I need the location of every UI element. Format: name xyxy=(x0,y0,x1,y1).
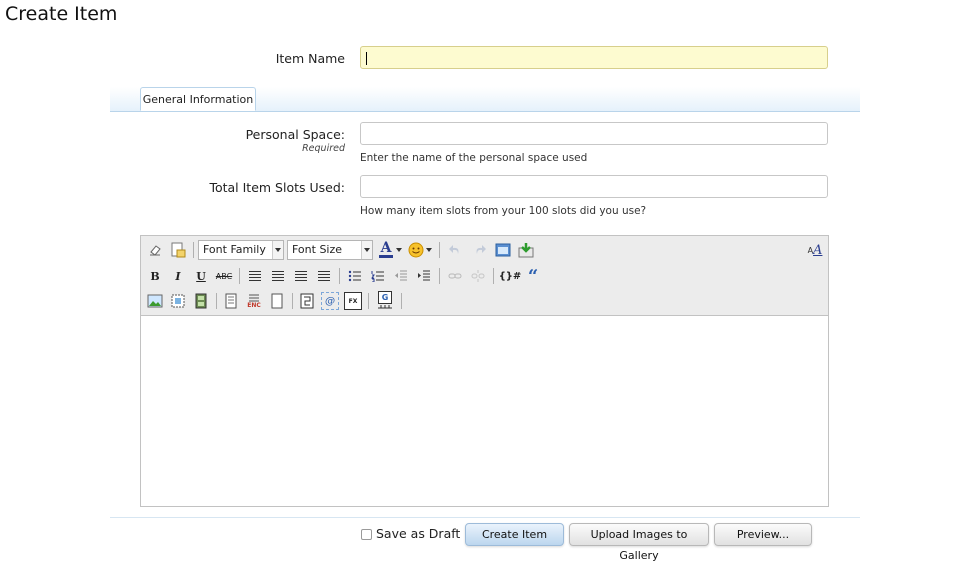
total-slots-input[interactable] xyxy=(360,175,828,198)
personal-space-label: Personal Space: xyxy=(245,127,345,142)
footer-divider xyxy=(110,517,860,518)
create-item-button[interactable]: Create Item xyxy=(465,523,564,546)
paste-text-icon[interactable] xyxy=(169,241,187,259)
font-size-value: Font Size xyxy=(292,243,343,256)
save-as-draft-label[interactable]: Save as Draft xyxy=(376,526,460,541)
unlink-icon[interactable] xyxy=(469,267,487,285)
item-name-input[interactable] xyxy=(360,46,828,69)
link-icon[interactable] xyxy=(446,267,464,285)
text-caret xyxy=(366,52,367,65)
numbered-list-icon[interactable] xyxy=(369,267,387,285)
total-slots-hint: How many item slots from your 100 slots … xyxy=(360,205,647,217)
font-scale-icon[interactable]: AA xyxy=(806,241,824,259)
text-color-icon[interactable]: A xyxy=(377,241,395,259)
upload-images-button[interactable]: Upload Images to Gallery xyxy=(569,523,709,562)
bullet-list-icon[interactable] xyxy=(346,267,364,285)
chevron-down-icon xyxy=(361,241,372,259)
bold-icon[interactable]: B xyxy=(146,267,164,285)
emoticon-icon[interactable] xyxy=(407,241,425,259)
font-family-value: Font Family xyxy=(203,243,266,256)
tab-general-information[interactable]: General Information xyxy=(140,87,256,111)
redo-icon[interactable] xyxy=(471,241,489,259)
indent-icon[interactable] xyxy=(415,267,433,285)
chevron-down-icon xyxy=(272,241,283,259)
video-icon[interactable] xyxy=(192,292,210,310)
blank-page-icon[interactable] xyxy=(268,292,286,310)
strikethrough-icon[interactable]: ABC xyxy=(215,267,233,285)
google-search-icon[interactable]: G xyxy=(376,291,394,309)
font-family-select[interactable]: Font Family xyxy=(198,240,284,260)
required-label: Required xyxy=(302,143,345,154)
fx-icon[interactable]: FX xyxy=(344,292,362,310)
font-size-select[interactable]: Font Size xyxy=(287,240,373,260)
save-as-draft-checkbox[interactable] xyxy=(361,529,372,540)
align-left-icon[interactable] xyxy=(246,267,264,285)
mention-icon[interactable]: @ xyxy=(321,292,339,310)
fullscreen-icon[interactable] xyxy=(494,241,512,259)
total-slots-label: Total Item Slots Used: xyxy=(209,180,345,195)
align-center-icon[interactable] xyxy=(269,267,287,285)
spoiler-icon[interactable] xyxy=(298,292,316,310)
italic-icon[interactable]: I xyxy=(169,267,187,285)
emoticon-dropdown-icon[interactable] xyxy=(425,241,433,259)
align-right-icon[interactable] xyxy=(292,267,310,285)
preview-button[interactable]: Preview... xyxy=(714,523,812,546)
rich-text-editor: Font Family Font Size A AA B I U ABC {}#… xyxy=(140,235,829,507)
code-icon[interactable]: {}# xyxy=(498,267,522,285)
personal-space-hint: Enter the name of the personal space use… xyxy=(360,152,588,164)
align-justify-icon[interactable] xyxy=(315,267,333,285)
outdent-icon[interactable] xyxy=(392,267,410,285)
image-gallery-icon[interactable] xyxy=(169,292,187,310)
insert-image-icon[interactable] xyxy=(517,241,535,259)
underline-icon[interactable]: U xyxy=(192,267,210,285)
editor-content-area[interactable] xyxy=(140,315,829,507)
encode-icon[interactable]: ENC xyxy=(245,292,263,310)
text-color-dropdown-icon[interactable] xyxy=(395,241,403,259)
undo-icon[interactable] xyxy=(446,241,464,259)
image-icon[interactable] xyxy=(146,292,164,310)
item-name-label: Item Name xyxy=(275,51,345,66)
tab-bar: General Information xyxy=(110,87,860,112)
page-title: Create Item xyxy=(5,3,118,25)
quote-icon[interactable]: “ xyxy=(524,266,542,287)
eraser-icon[interactable] xyxy=(146,241,164,259)
document-icon[interactable] xyxy=(222,292,240,310)
personal-space-input[interactable] xyxy=(360,122,828,145)
